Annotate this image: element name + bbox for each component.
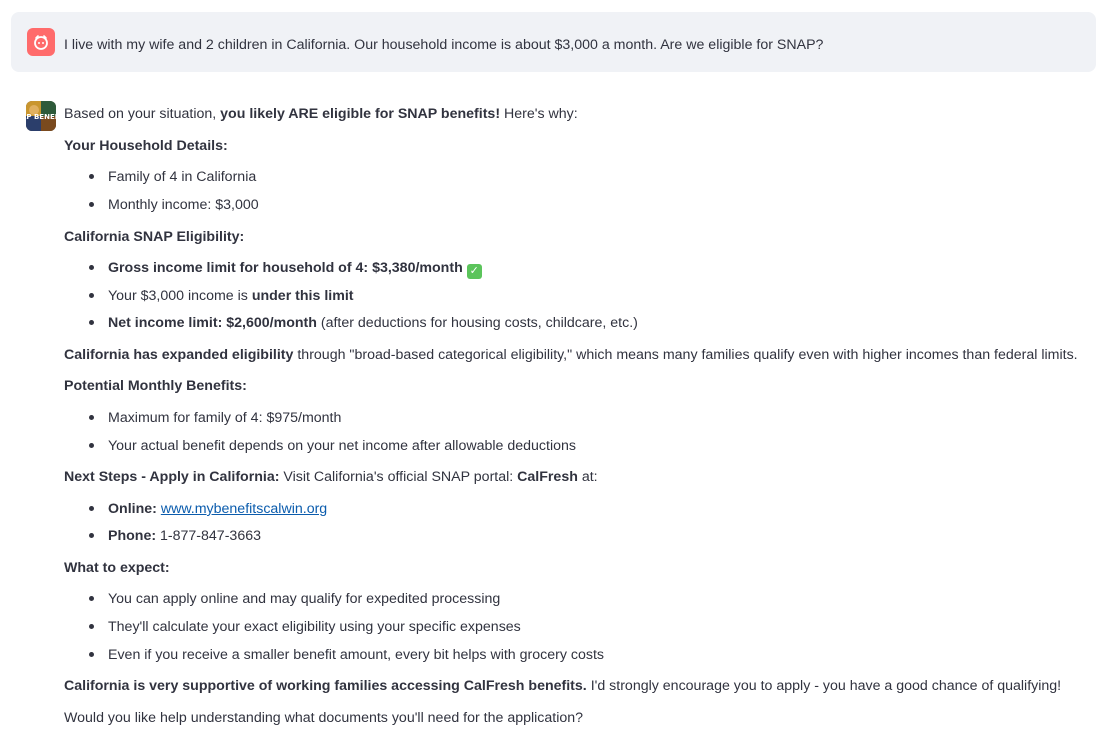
list-item: Net income limit: $2,600/month (after de…	[89, 310, 638, 336]
list-item: Even if you receive a smaller benefit am…	[88, 642, 604, 668]
intro-paragraph: Based on your situation, you likely ARE …	[64, 106, 578, 122]
user-message-text: I live with my wife and 2 children in Ca…	[64, 37, 824, 53]
list-item: Your $3,000 income is under this limit	[89, 283, 354, 309]
assistant-avatar: SNAP BENEFITS	[26, 101, 56, 131]
list-item: Maximum for family of 4: $975/month	[88, 405, 341, 431]
expanded-paragraph: California has expanded eligibility thro…	[64, 347, 1078, 363]
avatar-label: SNAP BENEFITS	[26, 113, 56, 121]
next-steps-paragraph: Next Steps - Apply in California: Visit …	[64, 469, 598, 485]
check-mark-icon: ✓	[466, 264, 482, 279]
closing-paragraph: Would you like help understanding what d…	[64, 710, 584, 726]
expect-heading: What to expect:	[64, 560, 170, 576]
list-item: They'll calculate your exact eligibility…	[89, 614, 521, 640]
household-heading: Your Household Details:	[64, 138, 228, 154]
support-paragraph: California is very supportive of working…	[64, 678, 1062, 694]
list-item: Phone: 1-877-847-3663	[89, 523, 261, 549]
list-item: Your actual benefit depends on your net …	[89, 433, 576, 459]
calfresh-link[interactable]: www.mybenefitscalwin.org	[161, 501, 327, 517]
list-item: Monthly income: $3,000	[89, 192, 259, 218]
list-item: You can apply online and may qualify for…	[88, 586, 500, 612]
eligibility-heading: California SNAP Eligibility:	[64, 229, 245, 245]
list-item: Online: www.mybenefitscalwin.org	[88, 496, 327, 522]
list-item: Gross income limit for household of 4: $…	[89, 255, 482, 281]
list-item: Family of 4 in California	[88, 164, 256, 190]
user-avatar-icon	[27, 28, 55, 56]
benefits-heading: Potential Monthly Benefits:	[64, 378, 247, 394]
user-message: I live with my wife and 2 children in Ca…	[11, 12, 1096, 72]
